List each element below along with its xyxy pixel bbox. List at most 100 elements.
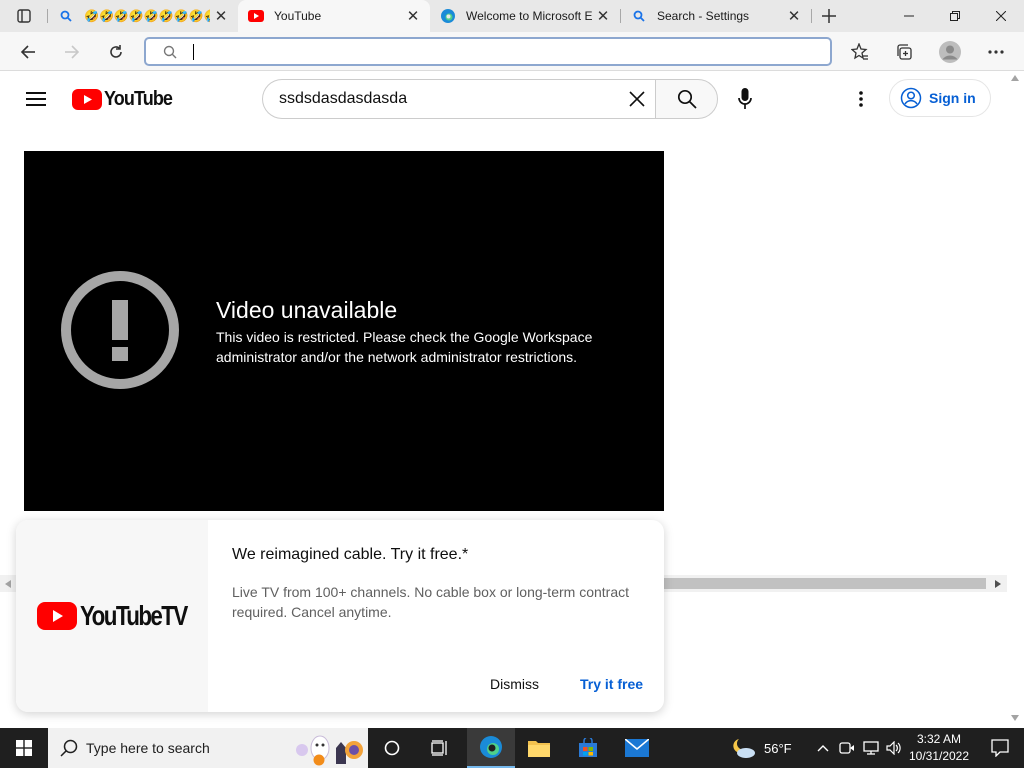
close-tab-icon[interactable]: ✕ bbox=[210, 5, 232, 27]
weather-moon-cloud-icon bbox=[733, 739, 755, 758]
clock-time: 3:32 AM bbox=[916, 732, 962, 746]
weather-widget[interactable]: 56°F bbox=[730, 728, 792, 768]
youtube-logo[interactable]: YouTube bbox=[72, 88, 180, 111]
close-tab-icon[interactable]: ✕ bbox=[402, 5, 424, 27]
tab-emoji-search[interactable]: 🤣🤣🤣🤣🤣🤣🤣🤣🤣🤣 ✕ bbox=[48, 0, 238, 32]
edge-icon bbox=[480, 736, 502, 758]
collections-button[interactable] bbox=[888, 36, 920, 68]
dismiss-button[interactable]: Dismiss bbox=[490, 676, 539, 692]
restore-button[interactable] bbox=[932, 0, 978, 32]
restore-icon bbox=[950, 11, 960, 21]
back-button[interactable] bbox=[12, 36, 44, 68]
store-bag-icon bbox=[579, 738, 597, 757]
search-icon bbox=[163, 45, 177, 59]
tab-actions-button[interactable] bbox=[8, 0, 40, 32]
task-view-icon bbox=[431, 740, 447, 756]
minimize-button[interactable] bbox=[886, 0, 932, 32]
taskbar-store-app[interactable] bbox=[564, 728, 612, 768]
refresh-icon bbox=[110, 45, 122, 58]
edge-icon bbox=[440, 8, 456, 24]
address-bar[interactable] bbox=[144, 37, 832, 66]
sign-in-button[interactable]: Sign in bbox=[889, 79, 991, 117]
meet-now-tray-button[interactable] bbox=[836, 728, 858, 768]
tab-search-settings[interactable]: Search - Settings ✕ bbox=[621, 0, 811, 32]
error-message: This video is restricted. Please check t… bbox=[216, 329, 593, 365]
forward-button[interactable] bbox=[56, 36, 88, 68]
youtube-tv-logo-text: YouTubeTV bbox=[80, 600, 188, 631]
close-window-button[interactable] bbox=[978, 0, 1024, 32]
taskbar-clock[interactable]: 3:32 AM 10/31/2022 bbox=[906, 731, 972, 765]
taskbar-mail-app[interactable] bbox=[613, 728, 661, 768]
scroll-right-arrow-icon bbox=[995, 580, 1001, 588]
tab-youtube[interactable]: YouTube ✕ bbox=[238, 0, 430, 32]
tab-title: Search - Settings bbox=[657, 9, 750, 23]
browser-tab-strip: 🤣🤣🤣🤣🤣🤣🤣🤣🤣🤣 ✕ YouTube ✕ Welcome to Micros… bbox=[0, 0, 1024, 32]
search-icon bbox=[60, 739, 78, 757]
volume-tray-button[interactable] bbox=[883, 728, 905, 768]
cortana-button[interactable] bbox=[368, 728, 416, 768]
search-icon bbox=[58, 8, 74, 24]
taskbar-search-box[interactable]: Type here to search bbox=[48, 728, 368, 768]
profile-button[interactable] bbox=[934, 36, 966, 68]
profile-avatar-icon bbox=[939, 41, 961, 63]
tab-actions-icon bbox=[17, 9, 31, 23]
voice-search-button[interactable] bbox=[729, 83, 761, 115]
notification-center-button[interactable] bbox=[976, 728, 1024, 768]
youtube-tv-logo: YouTubeTV bbox=[37, 600, 213, 632]
favorites-button[interactable] bbox=[844, 36, 876, 68]
cortana-circle-icon bbox=[384, 740, 400, 756]
refresh-button[interactable] bbox=[100, 36, 132, 68]
arrow-right-icon bbox=[65, 45, 80, 59]
scroll-down-arrow-icon bbox=[1011, 715, 1019, 721]
taskbar-file-explorer-app[interactable] bbox=[515, 728, 563, 768]
error-exclamation-icon bbox=[61, 271, 179, 389]
tab-title: YouTube bbox=[274, 9, 322, 23]
speaker-volume-icon bbox=[886, 741, 901, 755]
microphone-icon bbox=[738, 88, 752, 109]
youtube-tv-promo-card: YouTubeTV We reimagined cable. Try it fr… bbox=[16, 520, 664, 712]
more-horizontal-icon bbox=[988, 50, 1004, 54]
clock-date: 10/31/2022 bbox=[908, 749, 970, 763]
youtube-search-input[interactable]: ssdsdasdasdasda bbox=[262, 79, 655, 119]
close-icon bbox=[996, 11, 1006, 21]
youtube-search-button[interactable] bbox=[655, 79, 718, 119]
search-icon bbox=[631, 8, 647, 24]
settings-more-button[interactable] bbox=[980, 36, 1012, 68]
tab-welcome-edge[interactable]: Welcome to Microsoft Edge ✕ bbox=[430, 0, 620, 32]
weather-temperature: 56°F bbox=[764, 740, 792, 756]
task-view-button[interactable] bbox=[416, 728, 464, 768]
horizontal-scroll-thumb[interactable] bbox=[664, 578, 986, 589]
guide-menu-button[interactable] bbox=[20, 83, 52, 115]
chevron-up-icon bbox=[817, 745, 829, 752]
taskbar-edge-app[interactable] bbox=[467, 728, 515, 768]
show-hidden-icons-button[interactable] bbox=[812, 728, 834, 768]
close-tab-icon[interactable]: ✕ bbox=[783, 5, 805, 27]
clear-search-button[interactable] bbox=[627, 89, 647, 109]
close-tab-icon[interactable]: ✕ bbox=[592, 5, 614, 27]
text-caret bbox=[193, 44, 194, 60]
windows-logo-icon bbox=[16, 740, 32, 756]
video-player[interactable]: Video unavailable This video is restrict… bbox=[24, 151, 664, 511]
network-ethernet-icon bbox=[863, 741, 879, 755]
new-tab-button[interactable] bbox=[813, 0, 845, 32]
windows-taskbar: Type here to search 56°F 3:32 AM 10/31/2… bbox=[0, 728, 1024, 768]
account-circle-icon bbox=[900, 87, 922, 109]
vertical-scrollbar[interactable] bbox=[1007, 71, 1024, 727]
try-it-free-button[interactable]: Try it free bbox=[580, 676, 643, 692]
settings-more-button[interactable] bbox=[845, 83, 877, 115]
browser-toolbar bbox=[0, 32, 1024, 71]
search-input-value: ssdsdasdasdasda bbox=[279, 90, 408, 107]
mail-icon bbox=[625, 739, 649, 757]
network-tray-button[interactable] bbox=[860, 728, 882, 768]
youtube-play-icon bbox=[37, 602, 77, 630]
youtube-logo-text: YouTube bbox=[104, 88, 173, 110]
scroll-up-arrow-icon bbox=[1011, 75, 1019, 81]
start-button[interactable] bbox=[0, 728, 48, 768]
tab-separator bbox=[811, 9, 812, 23]
arrow-left-icon bbox=[20, 45, 35, 59]
youtube-icon bbox=[248, 8, 264, 24]
tab-title: Welcome to Microsoft Edge bbox=[466, 9, 592, 23]
scroll-left-arrow-icon bbox=[5, 580, 11, 588]
promo-logo-panel: YouTubeTV bbox=[16, 520, 208, 712]
notification-speech-bubble-icon bbox=[991, 739, 1009, 757]
